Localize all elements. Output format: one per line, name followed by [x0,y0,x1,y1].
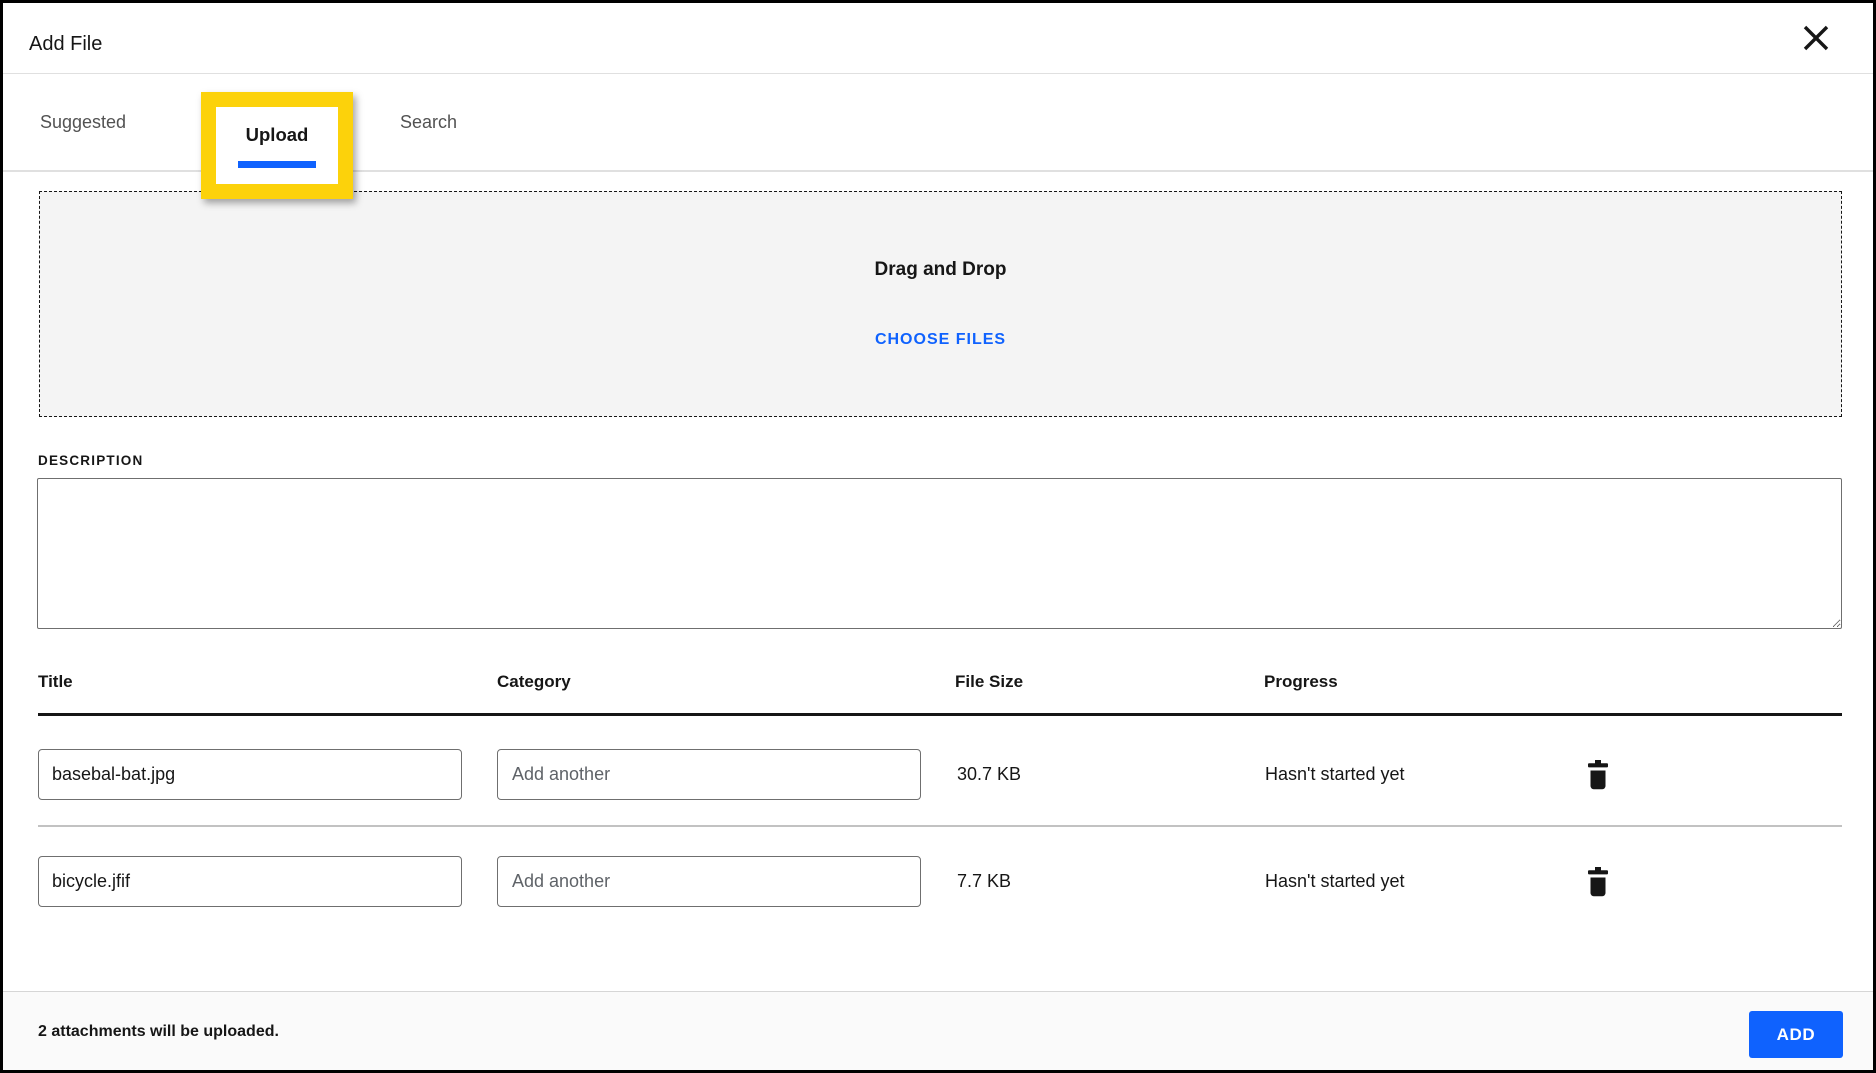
add-button[interactable]: ADD [1749,1011,1843,1058]
category-select[interactable]: Add another [497,749,921,800]
trash-icon [1586,867,1610,897]
category-select[interactable]: Add another [497,856,921,907]
tab-upload-label: Upload [246,124,309,146]
tab-upload[interactable]: Upload [238,107,316,168]
title-input[interactable] [38,856,462,907]
drag-and-drop-zone[interactable]: Drag and Drop CHOOSE FILES [39,191,1842,417]
delete-attachment-button[interactable] [1584,856,1612,907]
tab-search[interactable]: Search [400,74,457,170]
close-icon [1801,23,1831,53]
modal-footer: 2 attachments will be uploaded. ADD [0,991,1876,1073]
column-header-progress: Progress [1264,672,1338,692]
description-textarea[interactable] [37,478,1842,629]
highlight-box: Upload [201,92,353,199]
active-tab-indicator [238,161,316,168]
category-select-value: Add another [512,871,610,892]
progress-status: Hasn't started yet [1265,856,1405,907]
trash-icon [1586,760,1610,790]
choose-files-button[interactable]: CHOOSE FILES [875,331,1006,349]
file-size-value: 7.7 KB [957,856,1011,907]
delete-attachment-button[interactable] [1584,749,1612,800]
column-header-category: Category [497,672,571,692]
title-input[interactable] [38,749,462,800]
drop-zone-title: Drag and Drop [875,259,1007,281]
column-header-title: Title [38,672,73,692]
close-button[interactable] [1799,21,1833,55]
column-header-file-size: File Size [955,672,1023,692]
tab-search-label: Search [400,112,457,133]
attachment-count-note: 2 attachments will be uploaded. [38,992,279,1072]
description-label: DESCRIPTION [38,453,143,468]
file-size-value: 30.7 KB [957,749,1021,800]
progress-status: Hasn't started yet [1265,749,1405,800]
modal-header: Add File [0,0,1876,74]
add-file-modal: Add File Suggested Search Upload Drag an… [0,0,1876,1073]
modal-title: Add File [29,33,102,56]
table-header-rule [38,713,1842,716]
tab-suggested-label: Suggested [40,112,126,133]
tab-suggested[interactable]: Suggested [40,74,126,170]
category-select-value: Add another [512,764,610,785]
row-divider [38,825,1842,827]
